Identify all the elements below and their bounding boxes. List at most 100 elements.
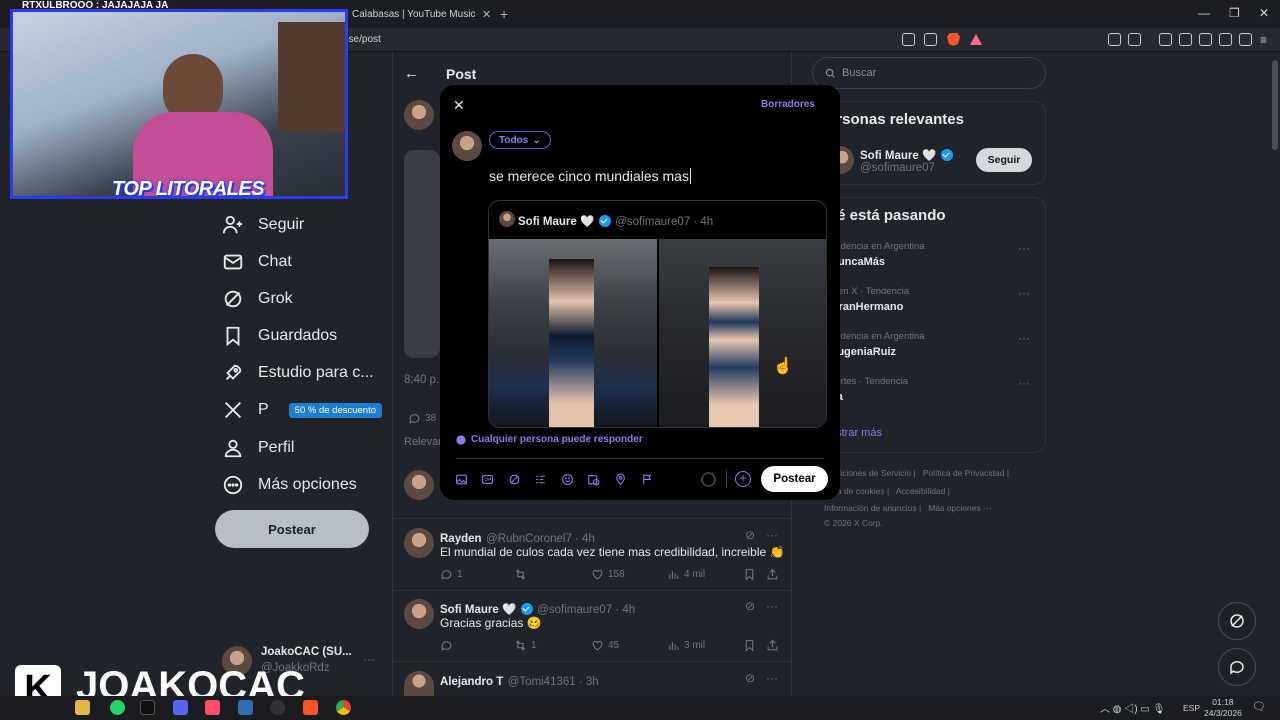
bookmark-button[interactable] bbox=[743, 568, 756, 581]
brave-shield-icon[interactable] bbox=[947, 33, 960, 46]
grok-fab[interactable] bbox=[1218, 602, 1256, 640]
reply-avatar[interactable] bbox=[404, 528, 434, 558]
restore-icon[interactable]: ❐ bbox=[1229, 6, 1240, 20]
trend-more-icon[interactable]: ··· bbox=[1018, 286, 1030, 300]
bookmark-button[interactable] bbox=[743, 639, 756, 652]
minimize-icon[interactable]: — bbox=[1198, 6, 1210, 20]
scrollbar[interactable] bbox=[1272, 60, 1278, 150]
share-button[interactable] bbox=[766, 568, 779, 581]
discord-icon[interactable] bbox=[173, 700, 188, 715]
close-icon[interactable]: ✕ bbox=[453, 97, 465, 114]
tweet-more-icon[interactable]: ··· bbox=[766, 528, 778, 542]
nav-item-guardados[interactable]: Guardados bbox=[222, 325, 337, 347]
steam-icon[interactable] bbox=[238, 700, 253, 715]
audience-selector[interactable]: Todos ⌄ bbox=[489, 131, 551, 149]
reply-setting[interactable]: Cualquier persona puede responder bbox=[456, 434, 643, 445]
menu-icon[interactable]: ≡ bbox=[1260, 33, 1273, 47]
language-indicator[interactable]: ESP bbox=[1183, 703, 1200, 713]
location-icon[interactable] bbox=[614, 473, 627, 486]
nav-item-chat[interactable]: Chat bbox=[222, 251, 292, 273]
chrome-icon[interactable] bbox=[336, 700, 351, 715]
post-image-partial[interactable] bbox=[404, 150, 440, 358]
grok-icon[interactable] bbox=[508, 473, 521, 486]
brave-rewards-icon[interactable] bbox=[970, 34, 982, 45]
grok-icon[interactable]: ⊘ bbox=[745, 671, 755, 685]
flag-icon[interactable] bbox=[641, 473, 654, 486]
trend-more-icon[interactable]: ··· bbox=[1018, 376, 1030, 390]
notification-icon[interactable]: 🗨 bbox=[1252, 700, 1266, 713]
reader-icon[interactable] bbox=[1128, 33, 1141, 46]
trend-item[interactable]: portes · Tendencia pa bbox=[830, 376, 908, 403]
tweet-more-icon[interactable]: ··· bbox=[766, 671, 778, 685]
trend-more-icon[interactable]: ··· bbox=[1018, 241, 1030, 255]
reply-button[interactable]: 1 bbox=[440, 568, 463, 581]
like-button[interactable]: 158 bbox=[591, 568, 625, 581]
nav-item-seguir[interactable]: Seguir bbox=[222, 214, 304, 236]
reply-count[interactable]: 38 bbox=[408, 412, 436, 425]
tray-icons[interactable]: ︿ ◍ ◁) ▭ 🎙 bbox=[1100, 700, 1165, 715]
emoji-icon[interactable] bbox=[561, 473, 574, 486]
schedule-icon[interactable] bbox=[587, 473, 600, 486]
trend-more-icon[interactable]: ··· bbox=[1018, 331, 1030, 345]
post-button[interactable]: Postear bbox=[215, 510, 369, 548]
share-button[interactable] bbox=[766, 639, 779, 652]
wallet-icon[interactable] bbox=[1199, 33, 1212, 46]
relevance-sort[interactable]: Relevan bbox=[404, 436, 444, 448]
music-icon[interactable] bbox=[1159, 33, 1172, 46]
quoted-photo[interactable] bbox=[659, 239, 826, 427]
reply-button[interactable] bbox=[440, 639, 453, 652]
submit-post-button[interactable]: Postear bbox=[761, 466, 828, 492]
drafts-link[interactable]: Borradores bbox=[761, 99, 815, 110]
grok-icon[interactable]: ⊘ bbox=[745, 528, 755, 542]
share-icon[interactable] bbox=[924, 33, 937, 46]
trend-item[interactable]: endencia en Argentina NuncaMás bbox=[830, 241, 925, 268]
screen-icon[interactable] bbox=[902, 33, 915, 46]
clock[interactable]: 01:18 24/3/2026 bbox=[1204, 697, 1242, 719]
extensions-icon[interactable] bbox=[1108, 33, 1121, 46]
tweet-more-icon[interactable]: ··· bbox=[766, 599, 778, 613]
webcam-overlay bbox=[10, 9, 348, 199]
trend-item[interactable]: o en X · Tendencia GranHermano bbox=[830, 286, 909, 313]
gif-icon[interactable] bbox=[481, 473, 494, 486]
views-count[interactable]: 3 mil bbox=[667, 639, 705, 652]
tiktok-icon[interactable] bbox=[140, 700, 155, 715]
sidebar-icon[interactable] bbox=[1179, 33, 1192, 46]
author-avatar[interactable] bbox=[404, 100, 434, 130]
nav-item-grok[interactable]: Grok bbox=[222, 288, 293, 310]
reply-avatar[interactable] bbox=[404, 599, 434, 629]
follow-button[interactable]: Seguir bbox=[976, 148, 1032, 172]
image-icon[interactable] bbox=[455, 473, 468, 486]
leo-icon[interactable] bbox=[1219, 33, 1232, 46]
account-more-icon[interactable]: ··· bbox=[363, 652, 375, 666]
nav-item-premium[interactable]: P 50 % de descuento bbox=[222, 399, 383, 421]
quoted-tweet[interactable]: Sofi Maure 🤍 @sofimaure07 · 4h bbox=[488, 200, 827, 428]
grok-icon[interactable]: ⊘ bbox=[745, 599, 755, 613]
trend-item[interactable]: endencia en Argentina EugeniaRuiz bbox=[830, 331, 925, 358]
poll-icon[interactable] bbox=[534, 473, 547, 486]
quoted-photo[interactable] bbox=[489, 239, 657, 427]
compose-textarea[interactable]: se merece cinco mundiales mas bbox=[489, 168, 695, 184]
tab-close-icon[interactable]: ✕ bbox=[482, 2, 491, 26]
brave-icon[interactable] bbox=[303, 700, 318, 715]
views-count[interactable]: 4 mil bbox=[667, 568, 705, 581]
reply-avatar[interactable] bbox=[404, 671, 434, 696]
browser-tab[interactable]: Calabasas | YouTube Music bbox=[352, 2, 475, 26]
obs-icon[interactable] bbox=[270, 700, 285, 715]
app-icon[interactable] bbox=[205, 700, 220, 715]
like-button[interactable]: 45 bbox=[591, 639, 619, 652]
vpn-icon[interactable] bbox=[1239, 33, 1252, 46]
retweet-button[interactable]: 1 bbox=[514, 639, 537, 652]
back-arrow-icon[interactable]: ← bbox=[404, 65, 419, 82]
new-tab-icon[interactable]: + bbox=[500, 6, 508, 22]
retweet-button[interactable] bbox=[514, 568, 527, 581]
file-explorer-icon[interactable] bbox=[75, 700, 90, 715]
add-post-icon[interactable]: + bbox=[735, 471, 751, 487]
url-text[interactable]: ose/post bbox=[343, 34, 381, 45]
nav-item-perfil[interactable]: Perfil bbox=[222, 437, 294, 459]
nav-item-mas-opciones[interactable]: Más opciones bbox=[222, 474, 357, 496]
nav-item-estudio[interactable]: Estudio para c... bbox=[222, 362, 374, 384]
close-window-icon[interactable]: ✕ bbox=[1259, 6, 1269, 20]
search-input[interactable]: Buscar bbox=[812, 57, 1046, 89]
whatsapp-icon[interactable] bbox=[110, 700, 125, 715]
messages-fab[interactable] bbox=[1218, 648, 1256, 686]
